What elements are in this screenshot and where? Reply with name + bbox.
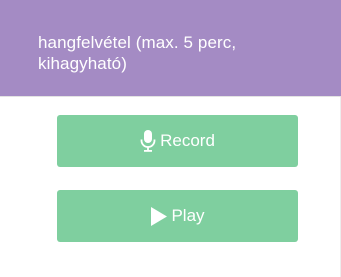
- header-title: hangfelvétel (max. 5 perc, kihagyható): [38, 33, 237, 73]
- play-button[interactable]: Play: [57, 190, 298, 242]
- play-icon: [150, 206, 168, 226]
- microphone-icon: [140, 130, 156, 152]
- record-button-label: Record: [160, 131, 215, 150]
- audio-recording-card: hangfelvétel (max. 5 perc, kihagyható) R…: [0, 0, 341, 277]
- card-header: hangfelvétel (max. 5 perc, kihagyható): [0, 0, 341, 96]
- header-divider: [0, 96, 341, 97]
- record-button[interactable]: Record: [57, 115, 298, 167]
- play-button-label: Play: [171, 206, 205, 225]
